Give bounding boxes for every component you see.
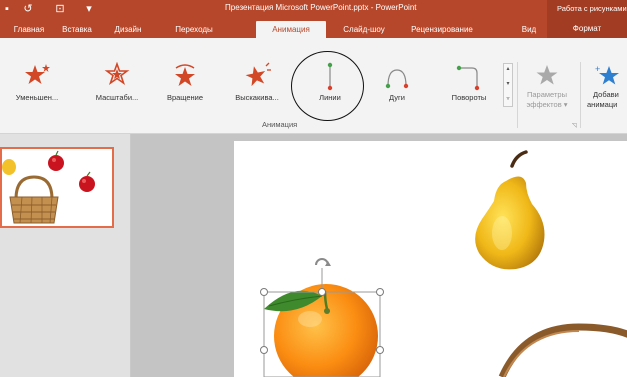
gallery-item-label: Дуги (389, 93, 405, 102)
title-bar: ▪ ↺ ⊡ ▾ Презентация Microsoft PowerPoint… (0, 0, 627, 18)
add-animation-label: анимаци (587, 100, 618, 109)
save-icon[interactable]: ▪ (0, 0, 14, 18)
resize-handle[interactable] (260, 346, 268, 354)
customize-qat-icon[interactable]: ▾ (78, 0, 100, 18)
slide-edit-area (131, 134, 627, 377)
tab-review[interactable]: Рецензирование (402, 21, 482, 38)
gallery-scrollbar[interactable]: ▴ ▾ ▿ (503, 63, 513, 107)
add-animation-button[interactable]: + Добави анимаци (585, 62, 627, 110)
group-label-animation: Анимация (262, 120, 298, 129)
resize-handle[interactable] (376, 288, 384, 296)
gallery-item-grow-turn[interactable]: Масштаби... (86, 62, 148, 106)
resize-handle[interactable] (376, 346, 384, 354)
svg-text:+: + (595, 64, 600, 74)
basket-image[interactable] (498, 323, 627, 377)
tab-slideshow[interactable]: Слайд-шоу (336, 21, 392, 38)
tab-transitions[interactable]: Переходы (170, 21, 218, 38)
resize-handle[interactable] (318, 288, 326, 296)
gallery-more-icon[interactable]: ▿ (504, 96, 512, 102)
slide-thumbnail[interactable] (0, 147, 114, 228)
tab-animations[interactable]: Анимация (256, 21, 326, 38)
gallery-item-label: Повороты (451, 93, 487, 102)
slide-content (263, 150, 627, 377)
ribbon-separator (580, 62, 581, 128)
gallery-item-pop[interactable]: Выскакива... (226, 62, 288, 106)
scroll-up-icon[interactable]: ▴ (504, 66, 512, 72)
gallery-item-spin[interactable]: Вращение (156, 62, 214, 106)
dialog-launcher-icon[interactable]: ◹ (572, 122, 577, 129)
annotation-circle (291, 51, 364, 121)
pop-effect-icon (245, 62, 271, 87)
tab-format[interactable]: Формат (547, 18, 627, 38)
tab-view[interactable]: Вид (516, 21, 542, 38)
pear-image[interactable] (475, 150, 545, 270)
star-icon (536, 65, 558, 85)
tab-insert[interactable]: Вставка (56, 21, 98, 38)
grow-turn-effect-icon (104, 62, 130, 86)
arcs-path-icon (385, 69, 409, 89)
slide-canvas[interactable] (234, 141, 627, 377)
start-presentation-icon[interactable]: ⊡ (42, 0, 78, 18)
effect-options-button[interactable]: Параметры эффектов ▾ (519, 62, 575, 110)
gallery-item-turns[interactable]: Повороты (438, 62, 500, 106)
spin-effect-icon (175, 64, 195, 86)
effect-options-label: Параметры (527, 90, 567, 99)
slide-thumbnail-image (2, 150, 95, 224)
effect-options-label: эффектов ▾ (526, 100, 568, 109)
quick-access-toolbar: ▪ ↺ ⊡ ▾ (0, 0, 100, 18)
resize-handle[interactable] (260, 288, 268, 296)
gallery-item-label: Вращение (166, 93, 204, 102)
rotate-handle-icon[interactable] (315, 258, 331, 266)
add-animation-label: Добави (593, 90, 619, 99)
orange-image[interactable] (264, 284, 378, 377)
context-tab-title: Работа с рисунками (547, 0, 627, 18)
tab-design[interactable]: Дизайн (108, 21, 148, 38)
gallery-item-arcs[interactable]: Дуги (374, 62, 420, 106)
window-title: Презентация Microsoft PowerPoint.pptx - … (225, 3, 417, 12)
ribbon-tabs: Главная Вставка Дизайн Переходы Анимация… (0, 18, 627, 38)
shrink-effect-icon (25, 64, 50, 84)
gallery-item-label: Уменьшен... (15, 93, 59, 102)
gallery-item-shrink[interactable]: Уменьшен... (6, 62, 68, 106)
tab-home[interactable]: Главная (8, 21, 50, 38)
slide-thumbnail-pane[interactable] (0, 134, 131, 377)
ribbon-separator (517, 62, 518, 128)
scroll-down-icon[interactable]: ▾ (504, 81, 512, 87)
undo-icon[interactable]: ↺ (14, 0, 42, 18)
gallery-item-label: Выскакива... (235, 93, 279, 102)
animation-gallery: Уменьшен... Масштаби... Вращение Выскаки… (6, 62, 504, 106)
gallery-item-label: Масштаби... (95, 93, 139, 102)
turns-path-icon (456, 65, 480, 91)
add-animation-icon: + (595, 64, 619, 85)
